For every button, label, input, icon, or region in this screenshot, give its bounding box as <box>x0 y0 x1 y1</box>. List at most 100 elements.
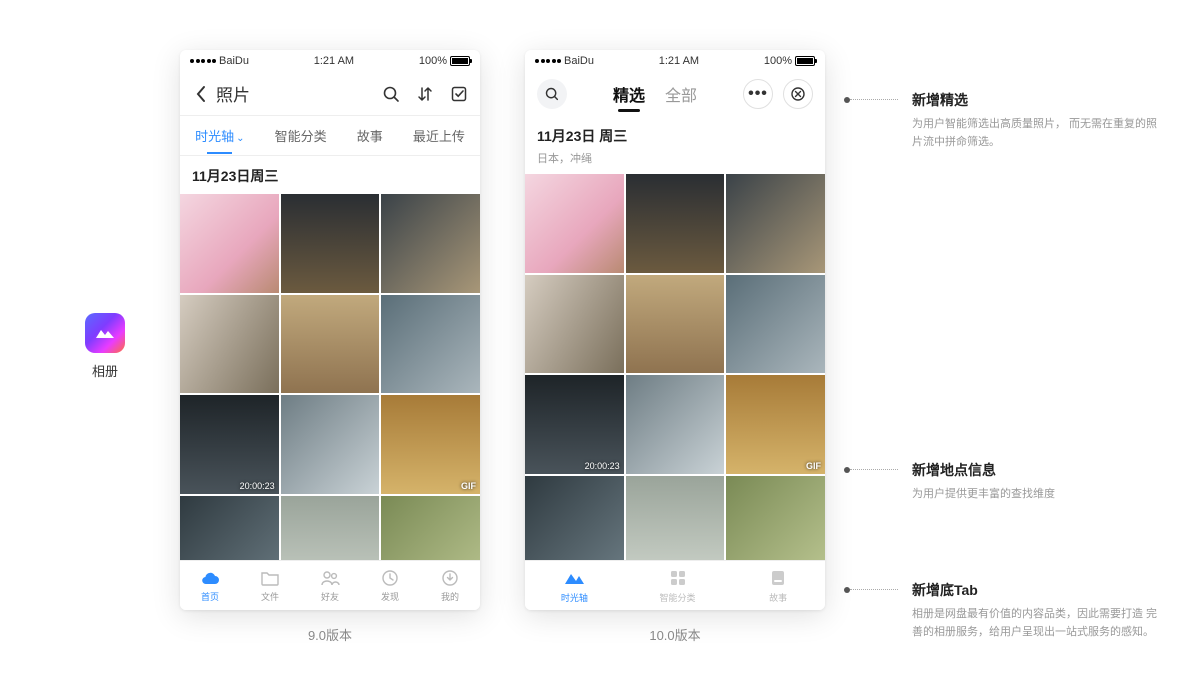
photo-thumb[interactable] <box>626 174 725 273</box>
segment-all[interactable]: 全部 <box>665 82 697 106</box>
clock-label: 1:21 AM <box>659 55 699 67</box>
tab-smart-category[interactable]: 智能分类 <box>660 567 696 604</box>
photo-thumb[interactable] <box>281 496 380 560</box>
gif-badge: GIF <box>806 461 821 471</box>
photo-grid: 20:00:23 GIF <box>525 174 825 560</box>
photo-thumb[interactable] <box>381 295 480 394</box>
tab-timeline[interactable]: 时光轴 <box>561 567 588 604</box>
photo-thumb[interactable] <box>180 295 279 394</box>
top-tabs: 时光轴⌄ 智能分类 故事 最近上传 <box>180 116 480 156</box>
folder-icon <box>260 568 280 588</box>
photo-thumb[interactable]: 20:00:23 <box>525 375 624 474</box>
annotation-title: 新增精选 <box>912 90 1162 110</box>
phone-caption-9: 9.0版本 <box>180 625 480 644</box>
photo-thumb[interactable]: GIF <box>381 395 480 494</box>
story-icon <box>767 567 789 589</box>
photo-thumb[interactable] <box>180 194 279 293</box>
annotation-desc: 相册是网盘最有价值的内容品类，因此需要打造 完善的相册服务，给用户呈现出一站式服… <box>912 606 1162 641</box>
tab-smart-category[interactable]: 智能分类 <box>275 126 327 145</box>
download-icon <box>440 568 460 588</box>
photo-thumb[interactable] <box>281 295 380 394</box>
bottom-tabbar: 首页 文件 好友 发现 我的 <box>180 560 480 610</box>
photo-thumb[interactable]: 20:00:23 <box>180 395 279 494</box>
search-button[interactable] <box>537 79 567 109</box>
tab-recent[interactable]: 最近上传 <box>413 126 465 145</box>
tab-story[interactable]: 故事 <box>357 126 383 145</box>
phone-10: BaiDu 1:21 AM 100% 精选 全部 ••• 11月23日 周三 日… <box>525 50 825 610</box>
annotation-connector-icon <box>850 99 898 100</box>
tab-me[interactable]: 我的 <box>440 568 460 603</box>
annotation-location: 新增地点信息 为用户提供更丰富的查找维度 <box>850 460 1055 504</box>
section-header: 11月23日 周三 日本，冲绳 <box>525 116 825 174</box>
tab-friends[interactable]: 好友 <box>320 568 340 603</box>
annotation-featured: 新增精选 为用户智能筛选出高质量照片， 而无需在重复的照片流中拼命筛选。 <box>850 90 1162 151</box>
tab-files[interactable]: 文件 <box>260 568 280 603</box>
nav-bar: 精选 全部 ••• <box>525 72 825 116</box>
segment-featured[interactable]: 精选 <box>613 82 645 106</box>
battery-icon <box>795 56 815 66</box>
select-icon[interactable] <box>450 85 468 103</box>
photo-thumb[interactable] <box>726 174 825 273</box>
tab-story[interactable]: 故事 <box>767 567 789 604</box>
photo-thumb[interactable] <box>281 194 380 293</box>
album-app-icon <box>85 313 125 353</box>
annotation-desc: 为用户智能筛选出高质量照片， 而无需在重复的照片流中拼命筛选。 <box>912 116 1162 151</box>
photo-thumb[interactable] <box>525 476 624 560</box>
phone-9: BaiDu 1:21 AM 100% 照片 时光轴⌄ 智能分类 故事 最近上传 … <box>180 50 480 610</box>
cloud-icon <box>200 568 220 588</box>
close-button[interactable] <box>783 79 813 109</box>
annotation-title: 新增地点信息 <box>912 460 1055 480</box>
photo-thumb[interactable] <box>626 275 725 374</box>
photo-thumb[interactable]: GIF <box>726 375 825 474</box>
section-date: 11月23日周三 <box>192 166 468 186</box>
photo-thumb[interactable] <box>381 194 480 293</box>
sort-icon[interactable] <box>416 85 434 103</box>
battery-label: 100% <box>419 55 447 67</box>
photo-thumb[interactable] <box>180 496 279 560</box>
scroll-area[interactable]: 11月23日 周三 日本，冲绳 20:00:23 GIF 11月23日 周三 摩… <box>525 116 825 560</box>
annotation-tabbar: 新增底Tab 相册是网盘最有价值的内容品类，因此需要打造 完善的相册服务，给用户… <box>850 580 1162 641</box>
annotation-title: 新增底Tab <box>912 580 1162 600</box>
signal-dots-icon <box>190 59 216 63</box>
status-bar: BaiDu 1:21 AM 100% <box>525 50 825 72</box>
search-icon[interactable] <box>382 85 400 103</box>
chevron-down-icon: ⌄ <box>236 133 244 144</box>
battery-icon <box>450 56 470 66</box>
back-button[interactable]: 照片 <box>192 81 250 106</box>
photo-thumb[interactable] <box>525 275 624 374</box>
scroll-area[interactable]: 11月23日周三 20:00:23 GIF 11月25日周四 <box>180 156 480 560</box>
timeline-icon <box>563 567 585 589</box>
annotation-connector-icon <box>850 469 898 470</box>
carrier-label: BaiDu <box>219 55 249 67</box>
chevron-left-icon <box>192 85 210 103</box>
segment-control: 精选 全部 <box>613 82 697 106</box>
annotation-desc: 为用户提供更丰富的查找维度 <box>912 486 1055 504</box>
photo-thumb[interactable] <box>726 476 825 560</box>
signal-dots-icon <box>535 59 561 63</box>
more-icon: ••• <box>748 85 768 103</box>
video-duration: 20:00:23 <box>240 481 275 491</box>
app-badge-label: 相册 <box>80 361 130 380</box>
tab-home[interactable]: 首页 <box>200 568 220 603</box>
close-icon <box>791 87 805 101</box>
photo-thumb[interactable] <box>381 496 480 560</box>
status-bar: BaiDu 1:21 AM 100% <box>180 50 480 72</box>
photo-grid: 20:00:23 GIF <box>180 194 480 560</box>
annotation-connector-icon <box>850 589 898 590</box>
gif-badge: GIF <box>461 481 476 491</box>
more-button[interactable]: ••• <box>743 79 773 109</box>
bottom-tabbar-10: 时光轴 智能分类 故事 <box>525 560 825 610</box>
section-date: 11月23日 周三 <box>537 126 813 146</box>
carrier-label: BaiDu <box>564 55 594 67</box>
photo-thumb[interactable] <box>525 174 624 273</box>
grid-icon <box>667 567 689 589</box>
photo-thumb[interactable] <box>626 375 725 474</box>
photo-thumb[interactable] <box>726 275 825 374</box>
video-duration: 20:00:23 <box>585 461 620 471</box>
clock-label: 1:21 AM <box>314 55 354 67</box>
search-icon <box>544 86 560 102</box>
photo-thumb[interactable] <box>281 395 380 494</box>
photo-thumb[interactable] <box>626 476 725 560</box>
tab-discover[interactable]: 发现 <box>380 568 400 603</box>
tab-timeline[interactable]: 时光轴⌄ <box>195 126 244 145</box>
